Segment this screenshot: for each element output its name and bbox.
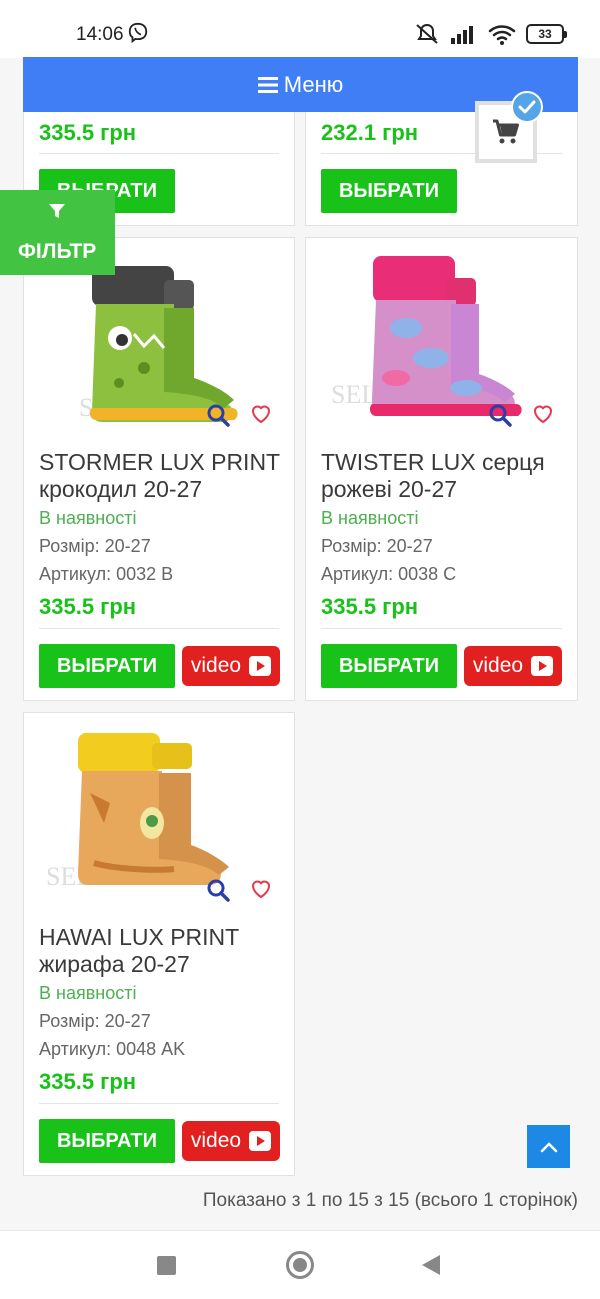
play-icon [249, 1131, 272, 1151]
product-price: 335.5 грн [39, 120, 137, 145]
product-size: Розмір: 20-27 [321, 536, 433, 556]
product-grid: 335.5 грн ВЫБРАТИ 232.1 грн ВЫБРАТИ SELL [0, 112, 600, 1230]
play-icon [249, 656, 272, 676]
nav-back-icon[interactable] [422, 1255, 440, 1275]
buy-button[interactable]: ВЫБРАТИ [39, 1119, 175, 1163]
video-button[interactable]: video [182, 1121, 280, 1161]
product-card: SELL HAWAI LUX PRINT жирафа 20-27 В наяв… [23, 712, 295, 1176]
availability: В наявності [39, 508, 137, 528]
product-image[interactable]: SELL [24, 713, 294, 913]
availability: В наявності [39, 983, 137, 1003]
product-title[interactable]: TWISTER LUX серця рожеві 20-27 [321, 449, 566, 503]
nav-home-icon[interactable] [286, 1251, 314, 1279]
product-price: 232.1 грн [321, 120, 419, 145]
video-label: video [472, 654, 524, 677]
menu-icon [257, 76, 278, 93]
pagination-text: Показано з 1 по 15 з 15 (всього 1 сторін… [202, 1190, 578, 1211]
divider [321, 628, 562, 629]
product-title[interactable]: STORMER LUX PRINT крокодил 20-27 [39, 449, 284, 503]
cart-badge [511, 91, 543, 123]
product-sku: Артикул: 0038 C [321, 564, 457, 584]
product-card: SELL STORMER LUX PRINT крокодил 20-27 В … [23, 237, 295, 701]
viber-icon [128, 22, 148, 44]
buy-button[interactable]: ВЫБРАТИ [321, 644, 457, 688]
arrow-up-icon [540, 1141, 557, 1152]
buy-button[interactable]: ВЫБРАТИ [39, 644, 175, 688]
battery-icon: 33 [526, 24, 567, 44]
product-price: 335.5 грн [39, 594, 137, 619]
video-button[interactable]: video [182, 646, 280, 686]
video-label: video [190, 654, 242, 677]
product-title[interactable]: HAWAI LUX PRINT жирафа 20-27 [39, 924, 284, 978]
filter-label: ФІЛЬТР [18, 240, 97, 263]
filter-icon [49, 204, 65, 218]
product-price: 335.5 грн [39, 1069, 137, 1094]
product-size: Розмір: 20-27 [39, 536, 151, 556]
product-size: Розмір: 20-27 [39, 1011, 151, 1031]
wifi-icon [488, 25, 516, 45]
divider [39, 153, 279, 154]
heart-icon[interactable] [249, 877, 273, 901]
scroll-top-button[interactable] [527, 1125, 570, 1168]
filter-button[interactable]: ФІЛЬТР [0, 190, 115, 275]
zoom-icon[interactable] [486, 401, 516, 431]
product-price: 335.5 грн [321, 594, 419, 619]
check-icon [518, 100, 536, 114]
signal-icon [451, 26, 473, 44]
product-image[interactable]: SELL [306, 238, 577, 438]
product-card: 232.1 грн ВЫБРАТИ [305, 112, 578, 226]
status-bar: 14:06 33 [0, 0, 600, 58]
divider [39, 628, 279, 629]
product-card: SELL TWISTER LUX серця рожеві 20-27 В на… [305, 237, 578, 701]
zoom-icon[interactable] [204, 401, 234, 431]
nav-square-icon[interactable] [157, 1256, 176, 1275]
buy-button[interactable]: ВЫБРАТИ [321, 169, 457, 213]
system-nav-bar [0, 1230, 600, 1299]
zoom-icon[interactable] [204, 876, 234, 906]
menu-label: Меню [283, 71, 344, 97]
heart-icon[interactable] [249, 402, 273, 426]
divider [39, 1103, 279, 1104]
product-sku: Артикул: 0032 B [39, 564, 174, 584]
status-icons: 33 [414, 22, 567, 46]
play-icon [531, 656, 554, 676]
heart-icon[interactable] [531, 402, 555, 426]
video-button[interactable]: video [464, 646, 562, 686]
status-time: 14:06 [76, 24, 124, 45]
cart-icon [493, 119, 519, 144]
video-label: video [190, 1129, 242, 1152]
product-sku: Артикул: 0048 AK [39, 1039, 186, 1059]
mute-icon [416, 23, 438, 44]
availability: В наявності [321, 508, 419, 528]
